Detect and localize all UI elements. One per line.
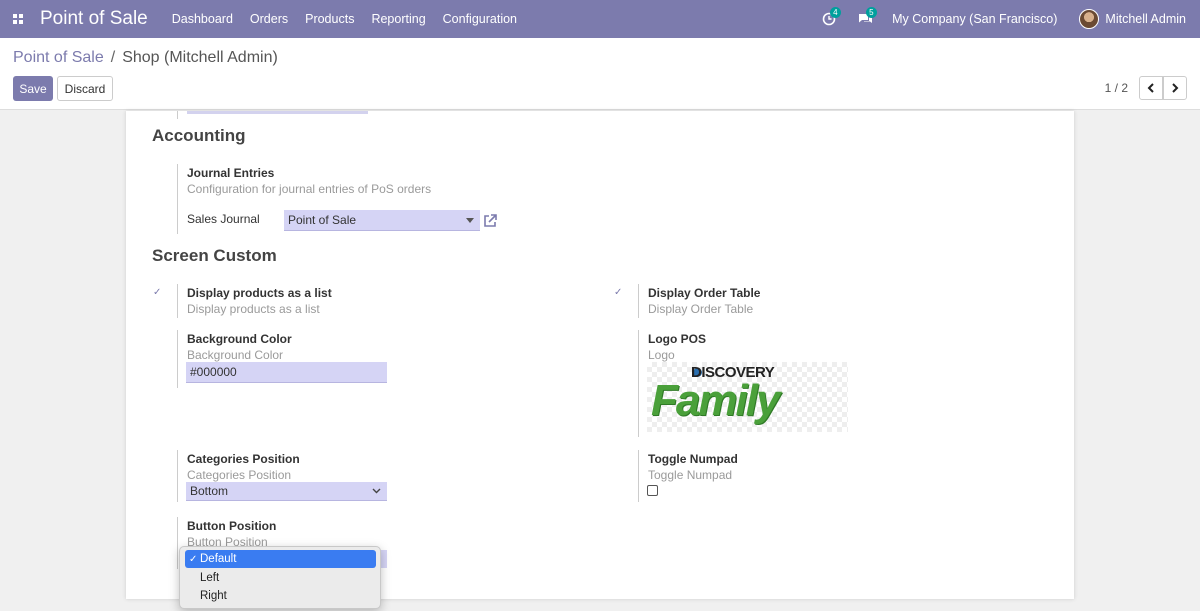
menu-products[interactable]: Products <box>305 12 354 26</box>
categories-position-value: Bottom <box>190 484 229 498</box>
products-list-checkbox[interactable]: ✓ <box>153 288 163 298</box>
setting-divider <box>177 284 178 318</box>
setting-divider <box>177 517 178 569</box>
pager-previous-button[interactable] <box>1139 76 1163 100</box>
top-navbar: Point of Sale Dashboard Orders Products … <box>0 0 1200 38</box>
background-color-label: Background Color <box>187 332 292 346</box>
categories-position-label: Categories Position <box>187 452 300 466</box>
setting-divider <box>638 284 639 318</box>
company-switcher[interactable]: My Company (San Francisco) <box>892 12 1057 26</box>
logo-pos-label: Logo POS <box>648 332 706 346</box>
sales-journal-select[interactable]: Point of Sale <box>284 210 480 231</box>
order-table-checkbox[interactable]: ✓ <box>614 288 624 298</box>
apps-menu-icon[interactable] <box>4 0 32 38</box>
activity-clock-icon[interactable]: 4 <box>820 7 841 28</box>
messages-chat-icon[interactable]: 5 <box>856 7 877 28</box>
external-link-icon[interactable] <box>482 213 498 229</box>
breadcrumb: Point of Sale / Shop (Mitchell Admin) <box>13 49 278 67</box>
background-color-value: #000000 <box>190 365 237 379</box>
dropdown-option-default[interactable]: ✓ Default <box>185 550 376 568</box>
journal-entries-description: Configuration for journal entries of PoS… <box>187 182 432 196</box>
toggle-numpad-label: Toggle Numpad <box>648 452 738 466</box>
chevron-left-icon <box>1147 83 1154 93</box>
products-list-label: Display products as a list <box>187 286 332 300</box>
button-position-label: Button Position <box>187 519 277 533</box>
caret-down-icon <box>466 218 474 223</box>
breadcrumb-separator: / <box>110 49 116 66</box>
menu-dashboard[interactable]: Dashboard <box>172 12 233 26</box>
logo-pos-description: Logo <box>648 348 675 362</box>
form-sheet: Accounting Journal Entries Configuration… <box>126 111 1074 599</box>
categories-position-select[interactable]: Bottom <box>186 482 387 501</box>
setting-divider <box>638 450 639 502</box>
checkmark-icon: ✓ <box>189 553 198 565</box>
order-table-label: Display Order Table <box>648 286 761 300</box>
products-list-description: Display products as a list <box>187 302 320 316</box>
sales-journal-value: Point of Sale <box>288 213 357 227</box>
logo-brand-main: Family <box>651 376 780 425</box>
user-menu[interactable]: Mitchell Admin <box>1105 12 1186 26</box>
messages-count-badge: 5 <box>866 7 877 18</box>
journal-entries-label: Journal Entries <box>187 166 275 180</box>
chevron-down-icon <box>372 488 381 494</box>
user-avatar[interactable] <box>1079 9 1100 29</box>
menu-configuration[interactable]: Configuration <box>443 12 517 26</box>
chevron-right-icon <box>1172 83 1179 93</box>
setting-divider <box>638 330 639 437</box>
logo-image[interactable]: DISCOVERY Family <box>647 362 848 432</box>
dropdown-option-right[interactable]: Right <box>185 587 376 605</box>
setting-divider <box>177 450 178 502</box>
dropdown-option-label: Default <box>200 553 237 565</box>
breadcrumb-parent[interactable]: Point of Sale <box>13 49 104 67</box>
background-color-description: Background Color <box>187 348 284 362</box>
activity-count-badge: 4 <box>830 7 841 18</box>
categories-position-description: Categories Position <box>187 468 292 482</box>
breadcrumb-current: Shop (Mitchell Admin) <box>122 49 278 66</box>
setting-divider <box>177 164 178 234</box>
setting-divider <box>177 330 178 388</box>
button-position-dropdown: ✓ Default Left Right <box>179 546 381 609</box>
pager-value[interactable]: 1 / 2 <box>1105 81 1128 95</box>
pager-next-button[interactable] <box>1163 76 1187 100</box>
control-panel: Point of Sale / Shop (Mitchell Admin) Sa… <box>0 38 1200 110</box>
discard-button[interactable]: Discard <box>57 76 113 101</box>
background-color-input[interactable]: #000000 <box>186 362 387 383</box>
toggle-numpad-checkbox[interactable] <box>647 485 658 496</box>
partial-field <box>187 111 368 114</box>
menu-reporting[interactable]: Reporting <box>371 12 425 26</box>
sales-journal-label: Sales Journal <box>187 212 260 226</box>
section-title-screen-custom: Screen Custom <box>152 246 277 265</box>
menu-orders[interactable]: Orders <box>250 12 288 26</box>
order-table-description: Display Order Table <box>648 302 754 316</box>
section-title-accounting: Accounting <box>152 126 246 145</box>
toggle-numpad-description: Toggle Numpad <box>648 468 733 482</box>
save-button[interactable]: Save <box>13 76 53 101</box>
setting-divider <box>177 111 178 119</box>
dropdown-option-left[interactable]: Left <box>185 569 376 587</box>
app-title[interactable]: Point of Sale <box>40 8 148 30</box>
